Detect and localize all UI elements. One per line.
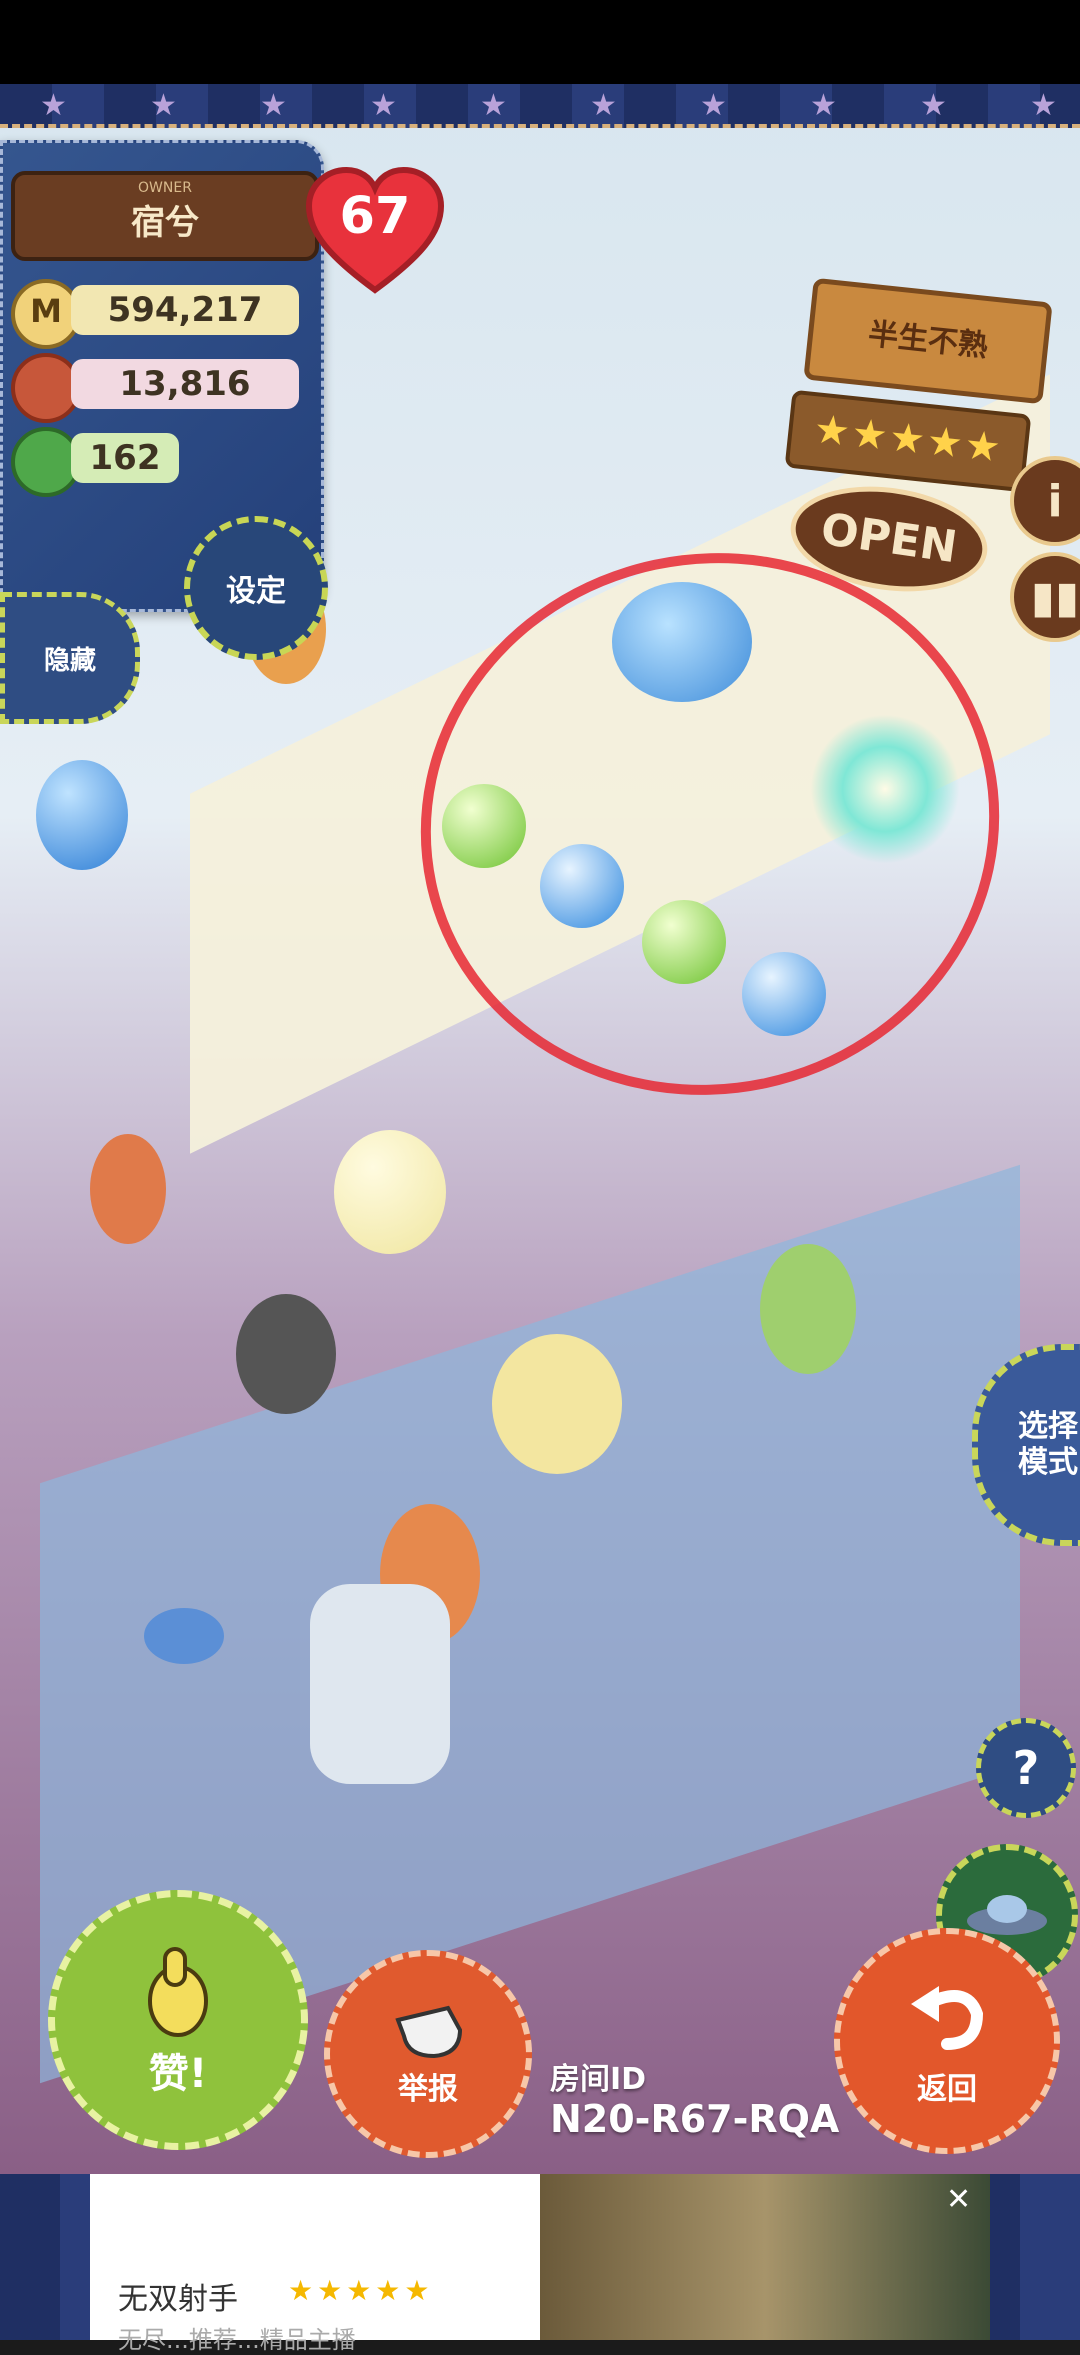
shop-name: 半生不熟 — [866, 316, 990, 365]
owner-name-tag: OWNER 宿兮 — [11, 171, 319, 261]
help-icon: ? — [1012, 1741, 1040, 1795]
owner-name: 宿兮 — [131, 203, 199, 243]
clovers-value: 162 — [71, 433, 179, 483]
orange-bear-character — [90, 1134, 166, 1244]
hide-button[interactable]: 隐藏 — [0, 592, 140, 724]
ad-banner[interactable]: 无双射手 ★★★★★ 无尽...推荐...精品主播 ✕ — [0, 2174, 1080, 2354]
guest-with-umbrella — [492, 1334, 622, 1474]
report-button[interactable]: 举报 — [324, 1950, 532, 2158]
ingredients-value: 13,816 — [71, 359, 299, 409]
shop-name-sign: 半生不熟 — [803, 277, 1053, 405]
ad-image[interactable] — [540, 2174, 990, 2340]
level-value: 67 — [340, 187, 411, 246]
yellow-balloon — [334, 1130, 446, 1254]
guest-character — [760, 1244, 856, 1374]
clovers-row: 162 — [11, 427, 181, 497]
level-heart-icon: 67 — [305, 166, 445, 294]
blue-balloon — [36, 760, 128, 870]
owner-label: OWNER — [138, 180, 192, 196]
star-border: ★ ★ ★ ★ ★ ★ ★ ★ ★ ★ — [0, 84, 1080, 128]
ad-rating-stars: ★★★★★ — [288, 2274, 434, 2307]
coins-row: M 594,217 — [11, 279, 301, 349]
mushroom — [144, 1608, 224, 1664]
back-label: 返回 — [917, 2072, 977, 2107]
ad-close-button[interactable]: ✕ — [946, 2182, 971, 2217]
shop-rating-stars: ★★★★★ — [811, 406, 1005, 472]
room-id-display: 房间ID N20-R67-RQA — [550, 2062, 839, 2140]
select-mode-label: 选择 模式 — [1018, 1409, 1078, 1480]
help-button[interactable]: ? — [976, 1718, 1076, 1818]
room-id-value: N20-R67-RQA — [550, 2097, 840, 2141]
book-icon: ▮▮ — [1030, 571, 1080, 623]
whistle-icon — [395, 2005, 463, 2059]
info-icon: i — [1047, 475, 1063, 527]
ingredients-row: 13,816 — [11, 353, 301, 423]
coins-value: 594,217 — [71, 285, 299, 335]
open-status: OPEN — [817, 503, 961, 574]
ad-subtitle: 无尽...推荐...精品主播 — [118, 2326, 356, 2354]
like-button[interactable]: 赞! — [48, 1890, 308, 2150]
back-arrow-icon — [911, 1986, 984, 2050]
hide-label: 隐藏 — [43, 645, 96, 676]
like-label: 赞! — [148, 2051, 208, 2097]
game-view[interactable]: ★ ★ ★ ★ ★ ★ ★ ★ ★ ★ OWNER 宿兮 M 594,217 13,816 — [0, 84, 1080, 2174]
ad-card[interactable]: 无双射手 ★★★★★ 无尽...推荐...精品主播 — [90, 2174, 540, 2354]
settings-button[interactable]: 设定 — [184, 516, 328, 660]
status-bar — [0, 0, 1080, 84]
like-hand-icon — [148, 1947, 208, 2037]
ad-title: 无双射手 — [118, 2282, 238, 2317]
room-id-label: 房间ID — [550, 2062, 647, 2097]
back-button[interactable]: 返回 — [834, 1928, 1060, 2154]
report-label: 举报 — [398, 2072, 458, 2107]
bear-character — [236, 1294, 336, 1414]
settings-label: 设定 — [226, 574, 286, 609]
fountain — [310, 1584, 450, 1784]
